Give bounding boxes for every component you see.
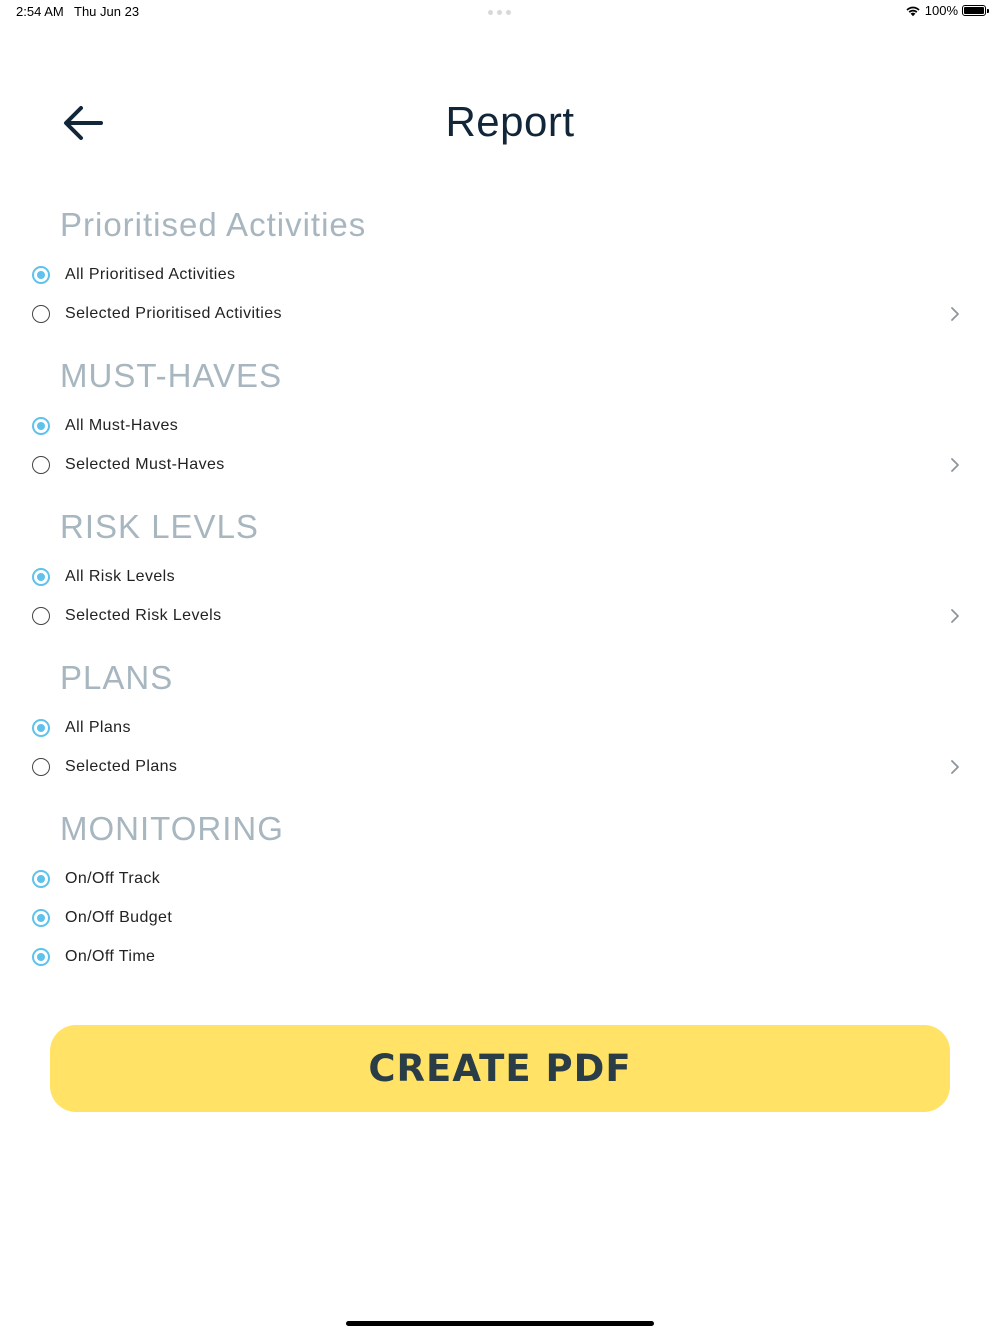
page-title: Report <box>445 98 575 145</box>
option-on-off-time[interactable]: On/Off Time <box>28 940 968 974</box>
option-label: Selected Prioritised Activities <box>65 305 282 322</box>
status-time: 2:54 AM <box>16 4 64 19</box>
option-label: Selected Risk Levels <box>65 607 222 624</box>
section-title-risk-levels: RISK LEVLS <box>60 508 259 545</box>
option-label: All Plans <box>65 719 131 736</box>
option-label: On/Off Track <box>65 870 161 887</box>
section-title-must-haves: MUST-HAVES <box>60 357 283 394</box>
option-selected-plans[interactable]: Selected Plans <box>28 750 968 784</box>
option-selected-prioritised-activities[interactable]: Selected Prioritised Activities <box>28 297 968 331</box>
option-label: On/Off Budget <box>65 909 173 926</box>
option-label: Selected Plans <box>65 758 178 775</box>
battery-icon <box>962 5 989 16</box>
status-indicators: 100% <box>905 3 989 18</box>
option-all-risk-levels[interactable]: All Risk Levels <box>28 560 968 594</box>
create-pdf-button[interactable]: CREATE PDF <box>50 1025 950 1112</box>
option-selected-must-haves[interactable]: Selected Must-Haves <box>28 448 968 482</box>
radio-unselected-icon[interactable] <box>32 758 50 776</box>
wifi-icon <box>906 6 920 16</box>
multitasking-dots-icon[interactable] <box>488 10 511 15</box>
option-all-must-haves[interactable]: All Must-Haves <box>28 409 968 443</box>
option-label: All Must-Haves <box>65 417 179 434</box>
status-bar: 2:54 AM Thu Jun 23 100% <box>0 0 1000 24</box>
section-title-monitoring: MONITORING <box>60 810 284 847</box>
radio-unselected-icon[interactable] <box>32 607 50 625</box>
radio-selected-icon[interactable] <box>32 948 50 966</box>
battery-percentage: 100% <box>924 3 958 18</box>
radio-selected-icon[interactable] <box>32 417 50 435</box>
option-label: All Risk Levels <box>65 568 176 585</box>
radio-selected-icon[interactable] <box>32 909 50 927</box>
radio-selected-icon[interactable] <box>32 870 50 888</box>
option-label: Selected Must-Haves <box>65 456 225 473</box>
chevron-right-icon[interactable] <box>950 759 960 775</box>
option-on-off-track[interactable]: On/Off Track <box>28 862 968 896</box>
section-title-plans: PLANS <box>60 659 174 696</box>
chevron-right-icon[interactable] <box>950 608 960 624</box>
radio-unselected-icon[interactable] <box>32 305 50 323</box>
home-indicator[interactable] <box>346 1321 654 1326</box>
section-title-prioritised-activities: Prioritised Activities <box>60 206 367 243</box>
status-date: Thu Jun 23 <box>74 4 140 19</box>
option-label: On/Off Time <box>65 948 156 965</box>
option-all-prioritised-activities[interactable]: All Prioritised Activities <box>28 258 968 292</box>
chevron-right-icon[interactable] <box>950 457 960 473</box>
radio-selected-icon[interactable] <box>32 266 50 284</box>
radio-selected-icon[interactable] <box>32 568 50 586</box>
option-selected-risk-levels[interactable]: Selected Risk Levels <box>28 599 968 633</box>
radio-unselected-icon[interactable] <box>32 456 50 474</box>
chevron-right-icon[interactable] <box>950 306 960 322</box>
radio-selected-icon[interactable] <box>32 719 50 737</box>
option-all-plans[interactable]: All Plans <box>28 711 968 745</box>
option-on-off-budget[interactable]: On/Off Budget <box>28 901 968 935</box>
option-label: All Prioritised Activities <box>65 266 236 283</box>
